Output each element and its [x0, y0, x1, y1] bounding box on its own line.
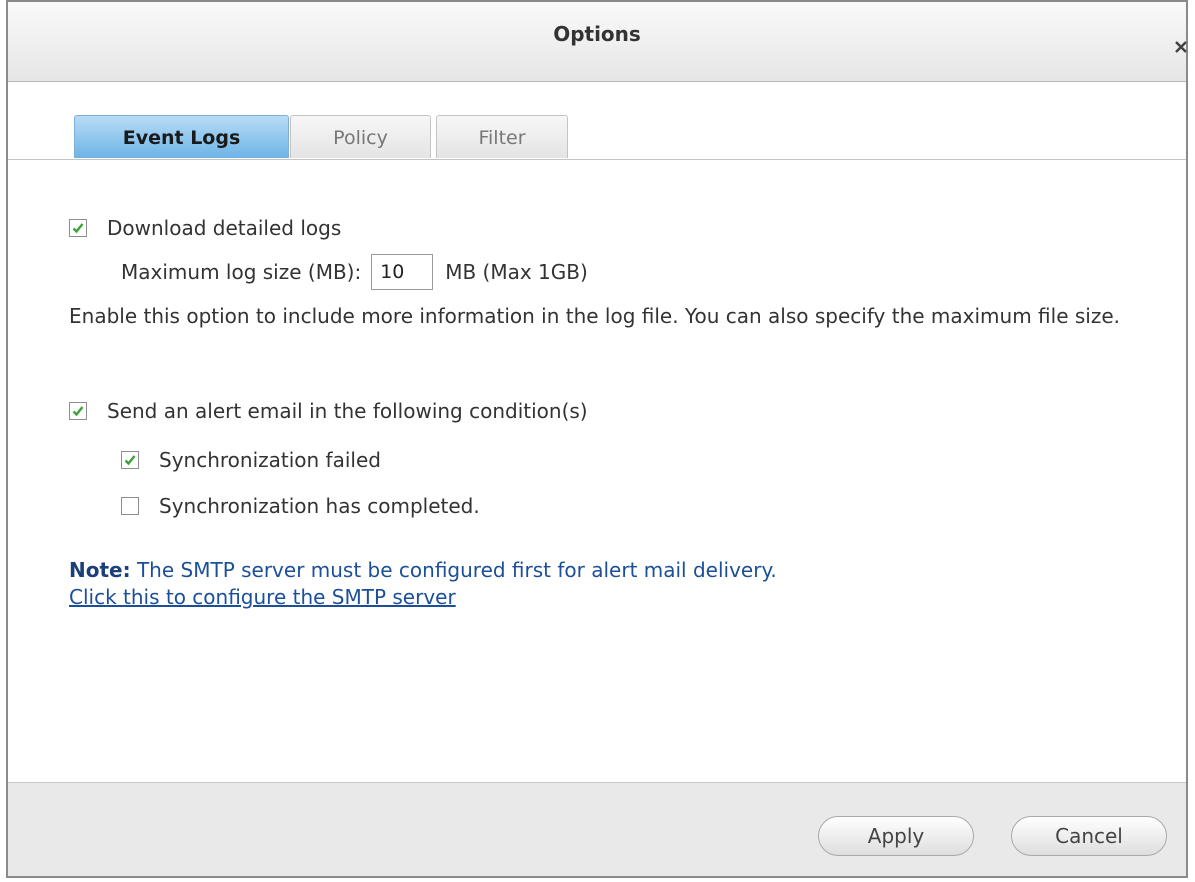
checkmark-icon: [124, 455, 136, 466]
tab-bar: Event Logs Policy Filter: [8, 115, 1186, 160]
tab-filter[interactable]: Filter: [436, 115, 568, 158]
max-log-size-input[interactable]: [371, 254, 434, 290]
options-dialog: Options Event Logs Policy Filter Downloa…: [6, 0, 1188, 878]
sync-failed-row: Synchronization failed: [121, 448, 381, 472]
sync-completed-row: Synchronization has completed.: [121, 494, 480, 518]
smtp-note: Note: The SMTP server must be configured…: [69, 556, 777, 584]
sync-failed-label: Synchronization failed: [159, 448, 381, 472]
close-icon[interactable]: [1172, 38, 1190, 56]
download-logs-row: Download detailed logs: [69, 216, 341, 240]
checkmark-icon: [72, 223, 84, 234]
download-logs-checkbox[interactable]: [69, 219, 87, 237]
tab-event-logs[interactable]: Event Logs: [74, 115, 289, 158]
download-logs-label: Download detailed logs: [107, 216, 342, 240]
download-logs-description: Enable this option to include more infor…: [69, 304, 1120, 328]
note-text: The SMTP server must be configured first…: [130, 558, 777, 582]
apply-button[interactable]: Apply: [818, 816, 974, 856]
sync-failed-checkbox[interactable]: [121, 451, 139, 469]
dialog-title: Options: [553, 22, 641, 46]
max-log-size-label: Maximum log size (MB):: [121, 260, 362, 284]
alert-email-label: Send an alert email in the following con…: [107, 399, 588, 423]
configure-smtp-link[interactable]: Click this to configure the SMTP server: [69, 585, 456, 609]
alert-email-checkbox[interactable]: [69, 402, 87, 420]
cancel-button[interactable]: Cancel: [1011, 816, 1167, 856]
max-log-size-suffix: MB (Max 1GB): [445, 260, 588, 284]
title-bar: Options: [8, 2, 1187, 82]
checkmark-icon: [72, 406, 84, 417]
sync-completed-label: Synchronization has completed.: [159, 494, 480, 518]
dialog-footer: Apply Cancel: [8, 782, 1186, 876]
sync-completed-checkbox[interactable]: [121, 497, 139, 515]
tab-policy[interactable]: Policy: [290, 115, 431, 158]
alert-email-row: Send an alert email in the following con…: [69, 399, 588, 423]
max-log-size-row: Maximum log size (MB): MB (Max 1GB): [121, 254, 588, 290]
note-prefix: Note:: [69, 558, 131, 582]
